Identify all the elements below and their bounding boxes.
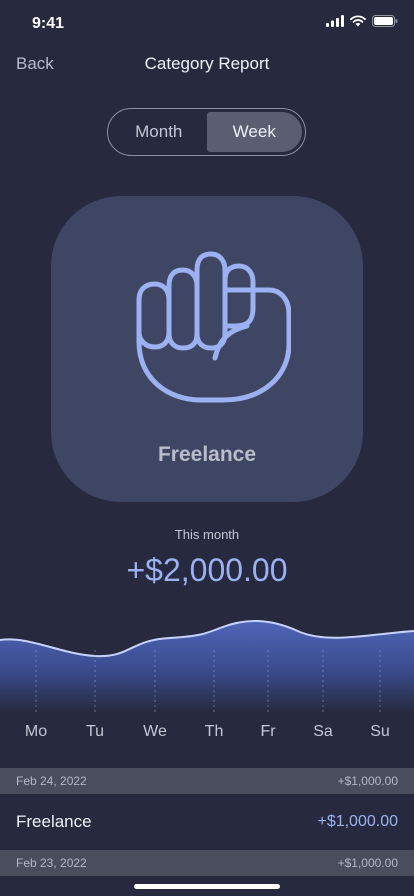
day-label: Sa — [313, 723, 333, 740]
date-header: Feb 23, 2022 +$1,000.00 — [0, 850, 414, 876]
page-title: Category Report — [144, 54, 270, 73]
transaction-amount: +$1,000.00 — [317, 813, 398, 830]
day-label: Mo — [24, 723, 48, 740]
segment-month[interactable]: Month — [111, 112, 207, 152]
date-total: +$1,000.00 — [337, 774, 398, 788]
date-label: Feb 24, 2022 — [16, 774, 87, 788]
category-report-screen: 9:41 Back Category Report Month Week Fre… — [0, 0, 414, 896]
nav-bar: Back Category Report — [0, 50, 414, 80]
period-segmented-control: Month Week — [107, 108, 306, 156]
signal-icon — [326, 15, 344, 27]
home-indicator — [134, 884, 280, 889]
wifi-icon — [350, 15, 366, 27]
day-label: Fr — [260, 723, 276, 740]
status-bar: 9:41 — [0, 0, 414, 48]
day-label: Th — [204, 723, 224, 740]
segment-week[interactable]: Week — [206, 112, 302, 152]
status-time: 9:41 — [32, 15, 65, 32]
day-label: Tu — [85, 723, 105, 740]
fist-icon — [136, 251, 291, 403]
day-label: We — [143, 723, 167, 740]
category-name: Freelance — [157, 443, 257, 466]
status-icons — [326, 15, 398, 27]
battery-icon — [372, 15, 398, 27]
transaction-name: Freelance — [16, 812, 92, 831]
area-fill — [0, 620, 414, 712]
period-label: This month — [174, 527, 240, 542]
day-label: Su — [370, 723, 390, 740]
date-label: Feb 23, 2022 — [16, 856, 87, 870]
category-card: Freelance — [51, 196, 363, 502]
date-total: +$1,000.00 — [337, 856, 398, 870]
weekly-area-chart — [0, 620, 414, 712]
total-amount: +$2,000.00 — [126, 552, 288, 588]
day-axis: Mo Tu We Th Fr Sa Su — [0, 723, 414, 743]
transaction-row[interactable]: Freelance +$1,000.00 — [0, 794, 414, 850]
date-header: Feb 24, 2022 +$1,000.00 — [0, 768, 414, 794]
